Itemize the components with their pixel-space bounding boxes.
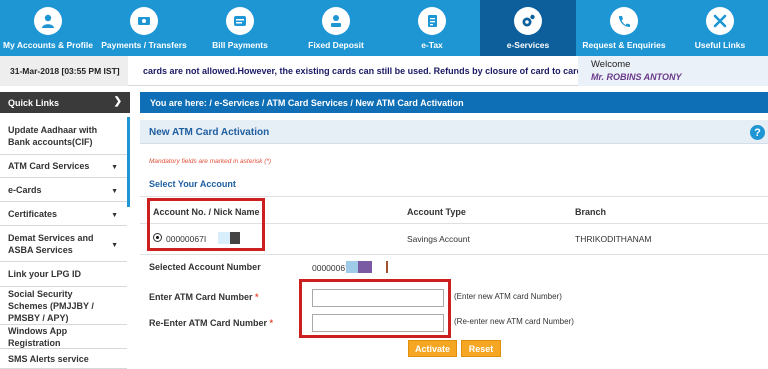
masked-digits xyxy=(358,261,372,273)
nav-my-accounts[interactable]: My Accounts & Profile xyxy=(0,0,96,56)
sidebar-item-windows-app[interactable]: Windows App Registration xyxy=(0,325,127,349)
masked-digits xyxy=(386,261,388,273)
sidebar-item-sms-alerts[interactable]: SMS Alerts service xyxy=(0,349,127,369)
nav-request-enquiries[interactable]: Request & Enquiries xyxy=(576,0,672,56)
sidebar-item-label: Link your LPG ID xyxy=(8,269,82,279)
sidebar-item-e-cards[interactable]: e-Cards ▼ xyxy=(0,178,127,202)
mandatory-note: Mandatory fields are marked in asterisk … xyxy=(149,158,272,165)
sidebar-item-demat-services[interactable]: Demat Services and ASBA Services ▼ xyxy=(0,226,127,262)
info-bar: 31-Mar-2018 [03:55 PM IST] cards are not… xyxy=(0,56,768,86)
reenter-card-hint: (Re-enter new ATM card Number) xyxy=(454,317,574,326)
reenter-card-label: Re-Enter ATM Card Number * xyxy=(149,318,273,328)
nav-label: Request & Enquiries xyxy=(582,40,666,50)
reenter-card-label-text: Re-Enter ATM Card Number xyxy=(149,318,268,328)
nav-useful-links[interactable]: Useful Links xyxy=(672,0,768,56)
sidebar-item-label: Certificates xyxy=(8,208,58,219)
panel-header: New ATM Card Activation ? xyxy=(140,120,768,144)
welcome-box: Welcome Mr. ROBINS ANTONY xyxy=(578,56,768,86)
caret-down-icon: ▼ xyxy=(111,187,118,195)
account-highlight-box xyxy=(147,198,265,251)
enter-card-label-text: Enter ATM Card Number xyxy=(149,292,253,302)
selected-account-value: 00000067 xyxy=(312,263,350,273)
user-icon xyxy=(34,7,62,35)
selected-account-label: Selected Account Number xyxy=(149,262,261,272)
help-icon[interactable]: ? xyxy=(750,125,765,140)
reset-button[interactable]: Reset xyxy=(461,340,501,357)
news-ticker: cards are not allowed.However, the exist… xyxy=(143,66,583,76)
nav-e-services[interactable]: e-Services xyxy=(480,0,576,56)
sidebar-item-label: ATM Card Services xyxy=(8,161,90,171)
caret-down-icon: ▼ xyxy=(111,211,118,219)
nav-bill-payments[interactable]: Bill Payments xyxy=(192,0,288,56)
breadcrumb[interactable]: You are here: / e-Services / ATM Card Se… xyxy=(140,92,768,113)
quick-links-label: Quick Links xyxy=(8,97,60,108)
table-divider xyxy=(140,254,768,255)
sidebar-item-update-aadhaar[interactable]: Update Aadhaar with Bank accounts(CIF) xyxy=(0,117,127,155)
caret-down-icon: ▼ xyxy=(111,241,118,249)
activate-button[interactable]: Activate xyxy=(408,340,457,357)
sidebar-item-label: Windows App Registration xyxy=(8,325,68,348)
activation-panel: New ATM Card Activation ? Mandatory fiel… xyxy=(140,120,768,369)
nav-label: Payments / Transfers xyxy=(101,40,187,50)
sidebar: Update Aadhaar with Bank accounts(CIF) A… xyxy=(0,117,130,369)
top-navigation: My Accounts & Profile Payments / Transfe… xyxy=(0,0,768,56)
sidebar-item-label: e-Cards xyxy=(8,184,42,195)
masked-digits xyxy=(346,261,358,273)
links-icon xyxy=(706,7,734,35)
table-divider xyxy=(140,196,768,197)
nav-label: My Accounts & Profile xyxy=(3,40,93,50)
nav-payments-transfers[interactable]: Payments / Transfers xyxy=(96,0,192,56)
enter-card-label: Enter ATM Card Number * xyxy=(149,292,259,302)
session-datetime: 31-Mar-2018 [03:55 PM IST] xyxy=(0,56,128,86)
branch-name: THRIKODITHANAM xyxy=(575,234,652,244)
account-type: Savings Account xyxy=(407,234,470,244)
required-mark: * xyxy=(255,292,259,302)
select-account-heading: Select Your Account xyxy=(149,179,236,189)
sidebar-item-label: Update Aadhaar with Bank accounts(CIF) xyxy=(8,124,98,147)
card-input-highlight-box xyxy=(299,279,451,338)
nav-label: Bill Payments xyxy=(212,40,268,50)
money-transfer-icon xyxy=(130,7,158,35)
sidebar-item-link-lpg[interactable]: Link your LPG ID xyxy=(0,262,127,287)
sidebar-item-label: SMS Alerts service xyxy=(8,353,89,364)
sidebar-item-atm-card-services[interactable]: ATM Card Services ▼ xyxy=(0,155,127,178)
nav-label: Fixed Deposit xyxy=(308,40,364,50)
bill-icon xyxy=(226,7,254,35)
quick-links-header[interactable]: Quick Links ❯ xyxy=(0,92,130,113)
nav-e-tax[interactable]: e-Tax xyxy=(384,0,480,56)
required-mark: * xyxy=(269,318,274,328)
page-title: New ATM Card Activation xyxy=(149,127,270,138)
nav-label: e-Services xyxy=(506,40,550,50)
deposit-icon xyxy=(322,7,350,35)
caret-down-icon: ▼ xyxy=(111,164,118,171)
nav-label: e-Tax xyxy=(421,40,443,50)
column-header-account-type: Account Type xyxy=(407,207,466,217)
sidebar-item-certificates[interactable]: Certificates ▼ xyxy=(0,202,127,226)
nav-fixed-deposit[interactable]: Fixed Deposit xyxy=(288,0,384,56)
sidebar-item-label: Social Security Schemes (PMJJBY / PMSBY … xyxy=(8,288,94,323)
sidebar-item-social-security[interactable]: Social Security Schemes (PMJJBY / PMSBY … xyxy=(0,287,127,325)
tax-document-icon xyxy=(418,7,446,35)
user-name: Mr. ROBINS ANTONY xyxy=(591,72,682,82)
enter-card-hint: (Enter new ATM card Number) xyxy=(454,292,562,301)
e-services-icon xyxy=(514,7,542,35)
column-header-branch: Branch xyxy=(575,207,607,217)
welcome-label: Welcome xyxy=(591,59,631,70)
nav-label: Useful Links xyxy=(694,40,746,50)
phone-enquiry-icon xyxy=(610,7,638,35)
sidebar-item-label: Demat Services and ASBA Services xyxy=(8,232,94,255)
chevron-right-icon: ❯ xyxy=(113,96,122,107)
